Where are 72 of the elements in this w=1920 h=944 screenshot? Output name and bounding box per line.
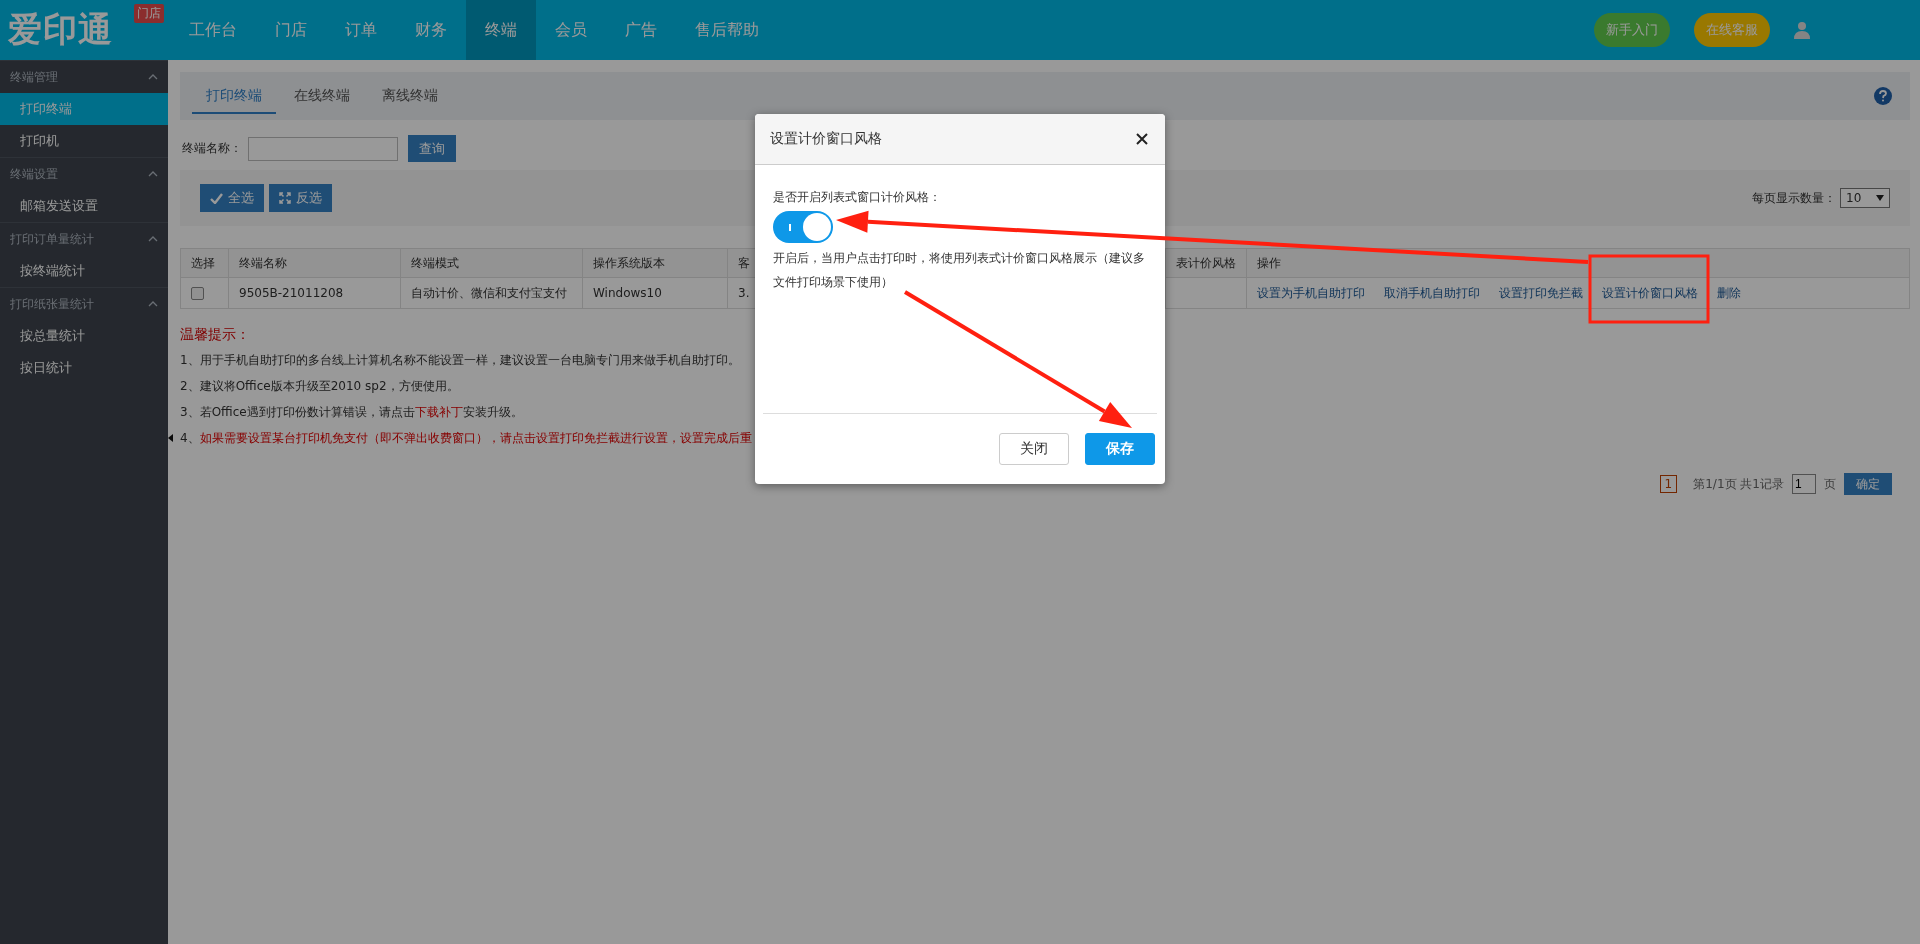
confirm-button[interactable]: 确定 [1844, 473, 1892, 495]
sidebar-item[interactable]: 按日统计 [0, 352, 168, 384]
tab[interactable]: 打印终端 [192, 80, 276, 114]
close-dialog-button[interactable]: 关闭 [999, 433, 1069, 465]
table-cell: 9505B-21011208 [228, 277, 401, 309]
action-link[interactable]: 设置为手机自助打印 [1257, 285, 1365, 300]
tips-title: 温馨提示： [180, 325, 251, 344]
select-all-button[interactable]: 全选 [200, 184, 264, 212]
action-link[interactable]: 设置打印免拦截 [1499, 285, 1583, 300]
tip-text: 4、如果需要设置某台打印机免支付（即不弹出收费窗口），请点击设置打印免拦截进行设置，设置完成后重 [180, 425, 752, 451]
sidebar-item[interactable]: 按总量统计 [0, 320, 168, 352]
nav-item[interactable]: 工作台 [170, 0, 256, 60]
switch-label: 是否开启列表式窗口计价风格： [773, 189, 942, 206]
column-header: 选择 [180, 248, 229, 278]
action-link[interactable]: 删除 [1717, 285, 1741, 300]
tip-text: 3、若Office遇到打印份数计算错误，请点击 [180, 405, 415, 419]
column-header: 终端名称 [228, 248, 401, 278]
nav-item[interactable]: 售后帮助 [676, 0, 778, 60]
sidebar-item[interactable]: 打印机 [0, 125, 168, 157]
dialog-title: 设置计价窗口风格 [770, 130, 882, 148]
caret-down-icon [1876, 195, 1884, 201]
nav-item[interactable]: 订单 [326, 0, 396, 60]
save-button[interactable]: 保存 [1085, 433, 1155, 465]
expand-icon [279, 192, 291, 204]
guide-button[interactable]: 新手入门 [1594, 13, 1670, 47]
nav-item[interactable]: 广告 [606, 0, 676, 60]
row-checkbox[interactable] [191, 287, 204, 300]
close-button[interactable] [1134, 131, 1150, 147]
column-header: 表计价风格 [1165, 248, 1247, 278]
column-header: 终端模式 [400, 248, 583, 278]
tip-text: 安装升级。 [462, 405, 523, 419]
sidebar-item[interactable]: 邮箱发送设置 [0, 190, 168, 222]
nav-item[interactable]: 会员 [536, 0, 606, 60]
user-icon[interactable] [1794, 21, 1810, 39]
page-input[interactable]: 1 [1792, 474, 1816, 494]
caret-icon [148, 74, 158, 80]
toggle-switch[interactable] [773, 211, 833, 243]
column-header: 操作 [1246, 248, 1910, 278]
sidebar-item[interactable]: 按终端统计 [0, 255, 168, 287]
sidebar-item[interactable]: 打印终端 [0, 93, 168, 125]
caret-icon [148, 236, 158, 242]
help-icon[interactable] [1874, 87, 1892, 105]
tab[interactable]: 离线终端 [368, 80, 452, 114]
sidebar-section-header[interactable]: 终端设置 [0, 157, 168, 190]
table-cell: 自动计价、微信和支付宝支付 [400, 277, 583, 309]
page-summary: 第1/1页 共1记录 [1693, 475, 1784, 493]
table-cell: Windows10 [582, 277, 728, 309]
invert-selection-button[interactable]: 反选 [269, 184, 332, 212]
action-link[interactable]: 取消手机自助打印 [1384, 285, 1480, 300]
tip-text: 2、建议将Office版本升级至2010 sp2，方便使用。 [180, 378, 459, 395]
caret-icon [148, 301, 158, 307]
nav-item[interactable]: 终端 [466, 0, 536, 60]
sidebar-section-header[interactable]: 打印纸张量统计 [0, 287, 168, 320]
nav-item[interactable]: 门店 [256, 0, 326, 60]
sidebar-section-header[interactable]: 打印订单量统计 [0, 222, 168, 255]
tip-text: 1、用于手机自助打印的多台线上计算机名称不能设置一样，建议设置一台电脑专门用来做手机自助打印。 [180, 352, 740, 369]
check-icon [210, 192, 223, 204]
page-size-label: 每页显示数量： [1752, 189, 1836, 207]
page-number[interactable]: 1 [1659, 475, 1678, 493]
search-label: 终端名称： [182, 140, 242, 157]
action-link[interactable]: 设置计价窗口风格 [1602, 285, 1698, 300]
page-unit: 页 [1824, 475, 1836, 493]
nav-item[interactable]: 财务 [396, 0, 466, 60]
page-size-select[interactable]: 10 [1840, 188, 1890, 208]
caret-icon [148, 171, 158, 177]
column-header: 操作系统版本 [582, 248, 728, 278]
download-patch-link[interactable]: 下载补丁 [414, 405, 463, 419]
query-button[interactable]: 查询 [408, 135, 456, 162]
logo: 爱印通 [8, 8, 113, 51]
tab[interactable]: 在线终端 [280, 80, 364, 114]
logo-badge: 门店 [134, 4, 164, 23]
search-field[interactable] [248, 136, 398, 161]
